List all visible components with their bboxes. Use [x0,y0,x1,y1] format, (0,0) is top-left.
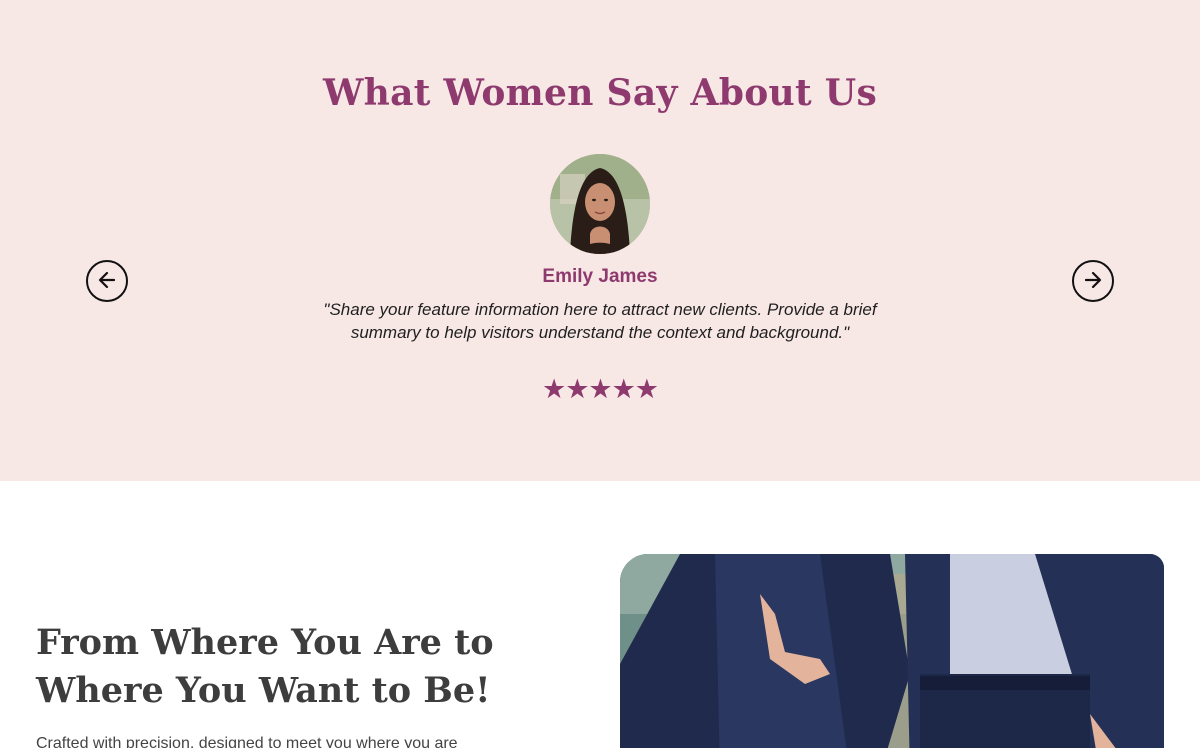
journey-section: From Where You Are to Where You Want to … [0,481,1200,748]
avatar [550,154,650,254]
testimonial-quote: "Share your feature information here to … [323,300,877,342]
journey-heading: From Where You Are to Where You Want to … [36,622,494,711]
journey-body-text: Crafted with precision, designed to meet… [36,735,458,748]
testimonial-author-name: Emily James [542,266,658,287]
testimonials-section: What Women Say About Us Emily James "Sha… [0,0,1200,481]
business-women-photo [620,554,1164,748]
next-testimonial-button[interactable] [1072,260,1114,302]
star-rating: ★★★★★ [541,374,659,405]
arrow-right-icon [1082,269,1104,294]
testimonials-heading: What Women Say About Us [322,72,878,114]
